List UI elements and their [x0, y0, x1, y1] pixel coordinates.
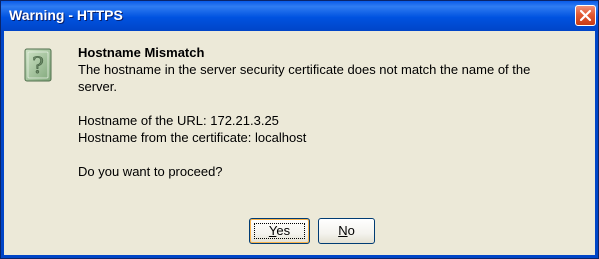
- warning-dialog: Warning - HTTPS ? Hostname Mismatch The …: [0, 0, 599, 259]
- message-heading: Hostname Mismatch: [78, 45, 205, 60]
- dialog-title: Warning - HTTPS: [9, 7, 123, 23]
- certificate-hostname: Hostname from the certificate: localhost: [78, 130, 307, 145]
- yes-button[interactable]: Yes: [249, 218, 310, 244]
- no-mnemonic: N: [338, 223, 348, 238]
- dialog-content: ? Hostname Mismatch The hostname in the …: [1, 31, 598, 258]
- title-bar[interactable]: Warning - HTTPS: [1, 1, 598, 31]
- message-area: Hostname Mismatch The hostname in the se…: [78, 44, 588, 180]
- url-hostname: Hostname of the URL: 172.21.3.25: [78, 113, 279, 128]
- no-button[interactable]: No: [318, 218, 375, 244]
- button-row: Yes No: [4, 218, 595, 246]
- message-body-line1: The hostname in the server security cert…: [78, 62, 531, 77]
- message-body-line2: server.: [78, 79, 118, 94]
- no-label-rest: o: [347, 223, 355, 238]
- proceed-prompt: Do you want to proceed?: [78, 164, 223, 179]
- close-button[interactable]: [575, 5, 596, 26]
- focus-indicator: [254, 223, 305, 239]
- close-icon: [579, 9, 592, 22]
- question-icon: ?: [24, 48, 52, 82]
- question-glyph: ?: [32, 54, 44, 79]
